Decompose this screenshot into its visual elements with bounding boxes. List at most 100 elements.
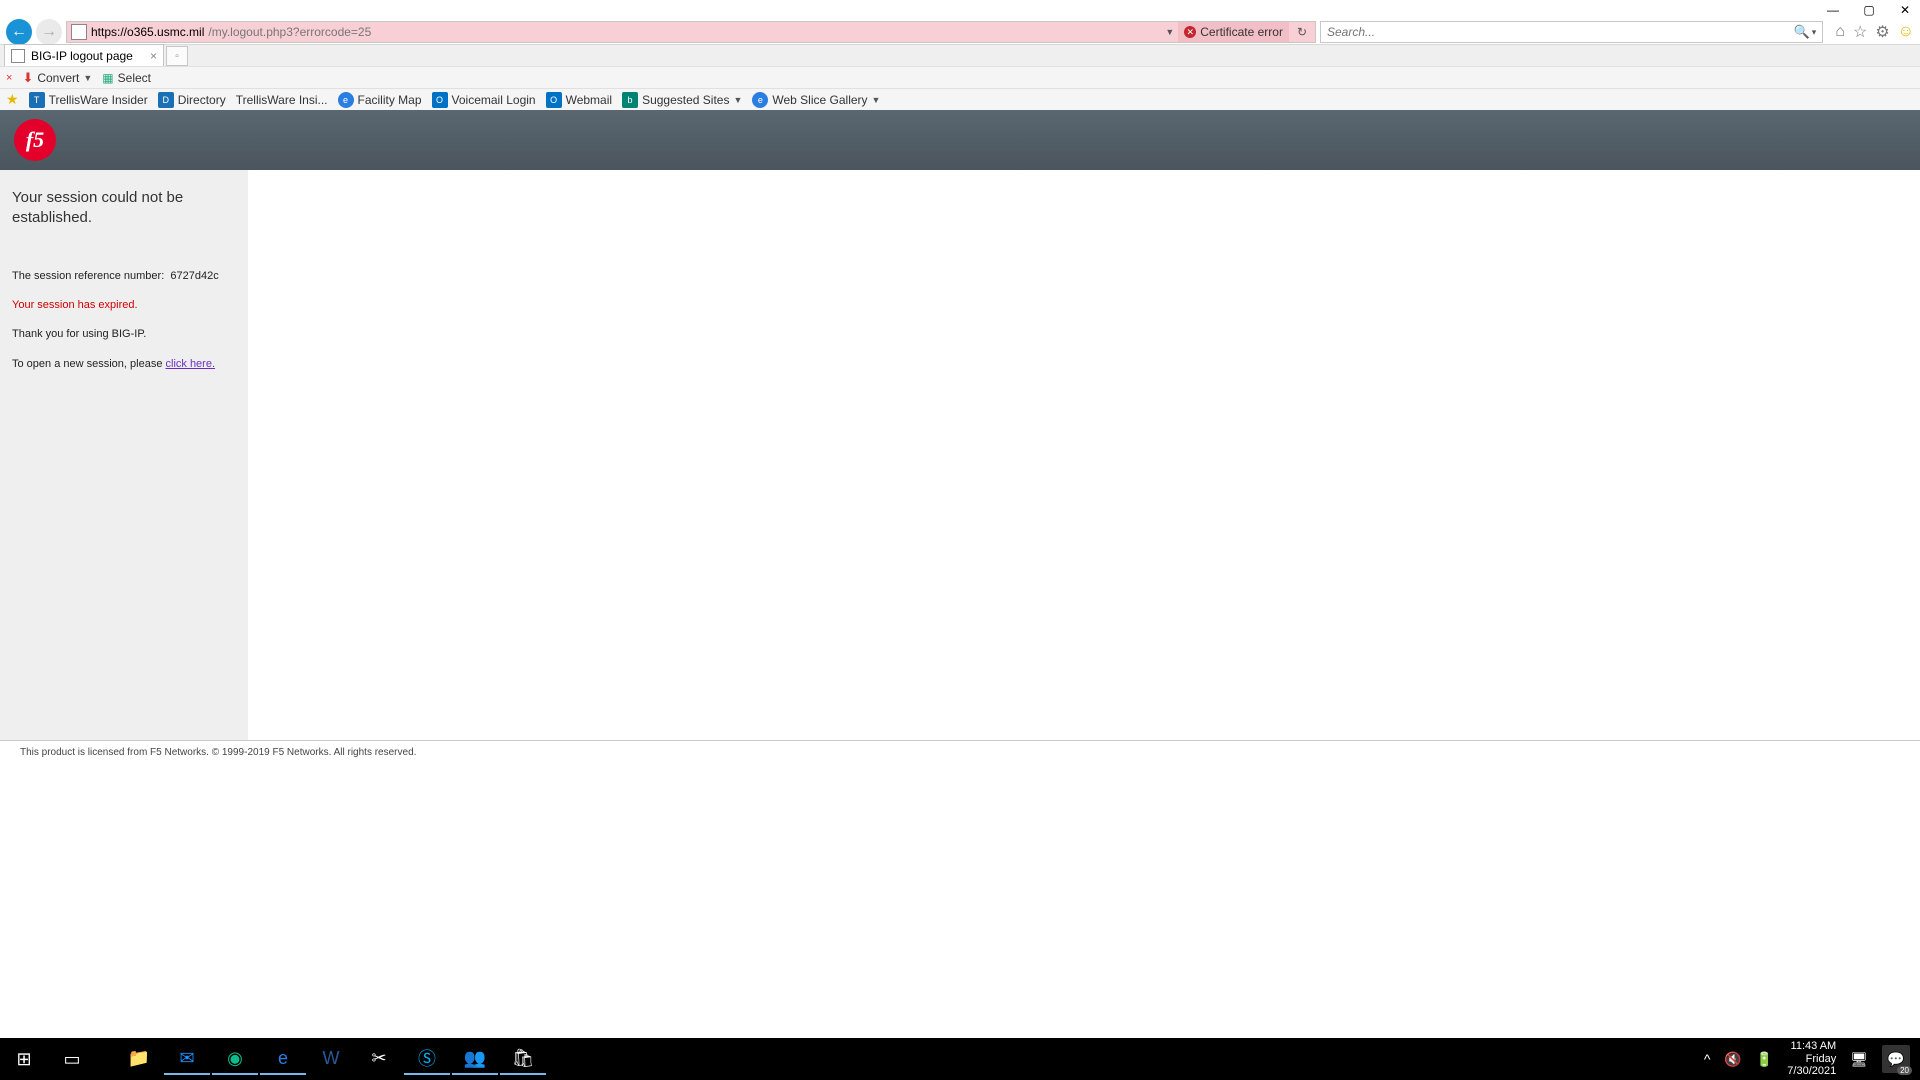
convert-icon: ⬇ [22,70,33,86]
cert-error-label: Certificate error [1200,25,1283,39]
page-footer: This product is licensed from F5 Network… [0,740,1920,764]
ie-icon: e [278,1048,288,1069]
new-session-text: To open a new session, please [12,358,166,370]
close-window-button[interactable]: ✕ [1898,3,1912,17]
outlook-app[interactable]: ✉ [164,1043,210,1075]
home-icon[interactable]: ⌂ [1835,23,1845,41]
taskbar-apps: 📁 ✉ ◉ e W ✂ Ⓢ 👥 🛍 [116,1038,546,1080]
favorite-link[interactable]: DDirectory [158,92,226,108]
site-icon: D [158,92,174,108]
word-app[interactable]: W [308,1043,354,1075]
system-tray: ^ 🔇 🔋 11:43 AM Friday 7/30/2021 🖥 💬 20 [1704,1038,1920,1080]
page-favicon-icon [71,24,87,40]
task-view-button[interactable]: ▭ [48,1038,96,1080]
volume-muted-icon[interactable]: 🔇 [1724,1051,1741,1068]
minimize-button[interactable]: — [1826,3,1840,17]
favorite-label: Web Slice Gallery [772,93,867,107]
notification-icon: 💬 [1887,1051,1904,1068]
favorite-link[interactable]: TTrellisWare Insider [29,92,148,108]
tab-title: BIG-IP logout page [31,49,133,63]
tools-gear-icon[interactable]: ⚙ [1875,22,1889,42]
convert-button[interactable]: ⬇ Convert ▼ [22,70,92,86]
word-icon: W [323,1048,340,1069]
taskbar-clock[interactable]: 11:43 AM Friday 7/30/2021 [1787,1040,1836,1078]
folder-icon: 📁 [128,1048,150,1069]
favorite-label: TrellisWare Insider [49,93,148,107]
favorite-label: Webmail [566,93,612,107]
toolbar-close-button[interactable]: × [6,72,12,84]
new-session-link[interactable]: click here. [166,358,216,370]
chevron-down-icon: ▼ [733,95,742,105]
windows-icon: ⊞ [16,1049,31,1070]
outlook-icon: O [432,92,448,108]
favorite-link[interactable]: e Facility Map [338,92,422,108]
session-ref-label: The session reference number: [12,270,164,282]
store-icon: 🛍 [512,1048,535,1069]
project-icon[interactable]: 🖥 [1850,1051,1868,1068]
tab-strip: BIG-IP logout page × ▫ [0,44,1920,66]
tray-overflow-button[interactable]: ^ [1704,1051,1711,1067]
snipping-tool-app[interactable]: ✂ [356,1043,402,1075]
favorite-link[interactable]: TrellisWare Insi... [236,93,328,107]
browser-tab[interactable]: BIG-IP logout page × [4,44,164,66]
edge-app[interactable]: ◉ [212,1043,258,1075]
thankyou-message: Thank you for using BIG-IP. [12,327,236,342]
start-button[interactable]: ⊞ [0,1038,48,1080]
favorites-star-icon[interactable]: ★ [6,91,19,108]
favorites-star-icon[interactable]: ☆ [1853,22,1867,42]
nav-back-button[interactable]: ← [6,19,32,45]
skype-app[interactable]: Ⓢ [404,1043,450,1075]
window-titlebar: — ▢ ✕ [0,0,1920,20]
file-explorer-app[interactable]: 📁 [116,1043,162,1075]
search-dropdown-icon[interactable]: ▾ [1810,27,1817,38]
new-session-prompt: To open a new session, please click here… [12,357,236,372]
teams-icon: 👥 [464,1048,486,1069]
message-sidebar: Your session could not be established. T… [0,170,248,740]
address-bar[interactable]: https://o365.usmc.mil/my.logout.php3?err… [66,21,1316,43]
chevron-down-icon: ▼ [872,95,881,105]
feedback-smile-icon[interactable]: ☺ [1898,23,1914,41]
nav-forward-button[interactable]: → [36,19,62,45]
favorite-link[interactable]: O Voicemail Login [432,92,536,108]
favorite-link[interactable]: O Webmail [546,92,612,108]
new-tab-button[interactable]: ▫ [166,46,188,66]
favorites-bar: ★ TTrellisWare Insider DDirectory Trelli… [0,88,1920,110]
footer-text: This product is licensed from F5 Network… [20,747,416,758]
favorite-link[interactable]: eWeb Slice Gallery▼ [752,92,880,108]
session-error-heading: Your session could not be established. [12,188,236,229]
battery-icon[interactable]: 🔋 [1756,1051,1773,1068]
store-app[interactable]: 🛍 [500,1043,546,1075]
session-reference: The session reference number: 6727d42c [12,269,236,284]
select-button[interactable]: ▦ Select [102,71,151,85]
refresh-button[interactable]: ↻ [1293,25,1311,39]
search-input[interactable] [1327,25,1790,39]
favorite-label: Voicemail Login [452,93,536,107]
f5-logo-icon: f5 [14,119,56,161]
certificate-error-badge[interactable]: ✕ Certificate error [1178,22,1289,42]
arrow-right-icon: → [41,23,57,41]
url-dropdown-icon[interactable]: ▼ [1165,27,1174,37]
chevron-down-icon: ▼ [83,73,92,83]
outlook-icon: ✉ [179,1048,194,1069]
favorite-label: Facility Map [358,93,422,107]
ie-icon: e [338,92,354,108]
favorite-link[interactable]: b Suggested Sites ▼ [622,92,742,108]
action-center-button[interactable]: 💬 20 [1882,1045,1910,1073]
edge-icon: ◉ [227,1048,243,1069]
convert-label: Convert [37,71,79,85]
tab-close-button[interactable]: × [150,49,157,63]
clock-time: 11:43 AM [1787,1040,1836,1053]
bing-icon: b [622,92,638,108]
arrow-left-icon: ← [11,23,27,41]
outlook-icon: O [546,92,562,108]
browser-search-box[interactable]: 🔍 ▾ [1320,21,1823,43]
maximize-button[interactable]: ▢ [1862,3,1876,17]
select-icon: ▦ [102,71,113,85]
favorite-label: Suggested Sites [642,93,729,107]
notification-count: 20 [1897,1066,1912,1075]
search-icon[interactable]: 🔍 [1790,24,1810,40]
clock-date: 7/30/2021 [1787,1065,1836,1078]
teams-app[interactable]: 👥 [452,1043,498,1075]
cert-error-icon: ✕ [1184,26,1196,38]
internet-explorer-app[interactable]: e [260,1043,306,1075]
